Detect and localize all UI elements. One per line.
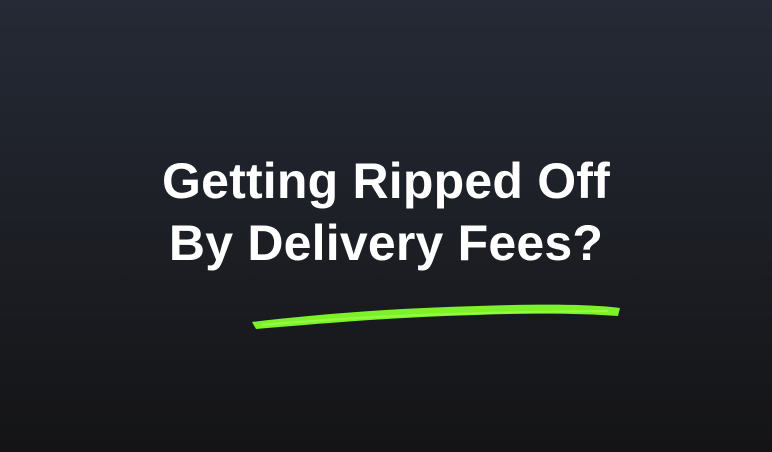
headline-line-2: By Delivery Fees?: [168, 215, 604, 271]
headline: Getting Ripped Off By Delivery Fees?: [0, 150, 772, 274]
brush-underline-icon: [252, 304, 620, 329]
headline-line-1: Getting Ripped Off: [162, 153, 610, 209]
hero-banner: Getting Ripped Off By Delivery Fees?: [0, 0, 772, 452]
